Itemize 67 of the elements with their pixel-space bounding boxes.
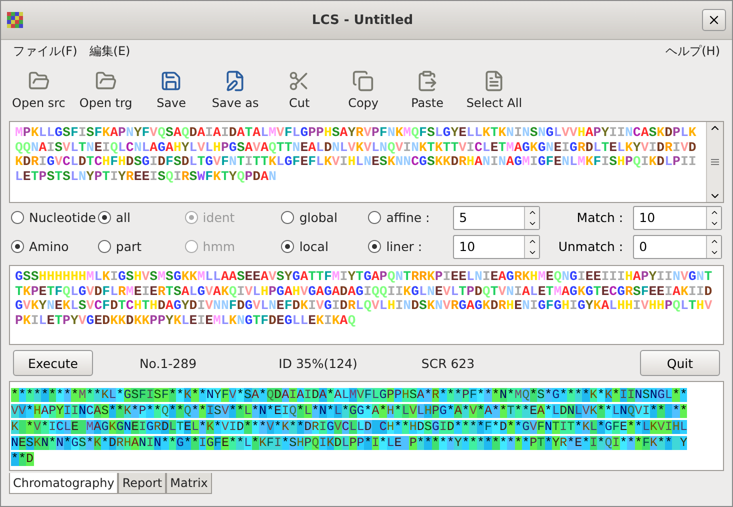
tab[interactable]: Report bbox=[118, 473, 166, 494]
app-grid-icon bbox=[7, 12, 23, 28]
radio-dot[interactable] bbox=[98, 211, 111, 224]
radio-option[interactable]: all bbox=[98, 210, 185, 225]
close-icon[interactable] bbox=[707, 13, 721, 27]
radio-option[interactable]: global bbox=[281, 210, 368, 225]
sequence-line: GSSHHHHHHMLKIGSHVSMSGKKMLLAASEEAVSYGATTFMIYTGAPQNTRRKPIEELNIEAGRKHMEQNGIEEIIIHAPYIINVGNT bbox=[15, 270, 714, 284]
radio-dot[interactable] bbox=[281, 211, 294, 224]
menu-item[interactable]: 編集(E) bbox=[83, 40, 136, 62]
close-button[interactable] bbox=[702, 9, 726, 31]
target-sequence-field[interactable] bbox=[9, 265, 724, 345]
alignment-line: **D bbox=[11, 451, 35, 463]
copy-icon bbox=[352, 70, 374, 92]
scissors-icon bbox=[288, 70, 310, 92]
paste-icon bbox=[416, 70, 438, 92]
sequence-line: GVKYNEKLSVCFDTCHTHDAGYDIVNNFDGVLNEFDKIVGIDRLQVLHINDSKNVRGAGKDRHENIGFGHIGYKALHHIVHHPQLTHV bbox=[15, 299, 714, 314]
toolbar-button[interactable]: Open trg bbox=[74, 70, 138, 110]
folder-icon bbox=[28, 70, 50, 92]
source-sequence-field[interactable] bbox=[9, 121, 724, 203]
sequence-line: KDRIGVCLDTCHFHDSGIDFSDLTGVFNTITTKLGFEFLKVIHLNESKNNCGSKKDRHANINAGMIGFENLMKFISHPQIKDLPII bbox=[15, 155, 698, 170]
radio-option[interactable]: local bbox=[281, 239, 368, 254]
toolbar-button[interactable]: Copy bbox=[333, 70, 394, 110]
menu-item[interactable]: ヘルプ(H) bbox=[660, 40, 726, 62]
toolbar-button[interactable]: Open src bbox=[7, 70, 70, 110]
radio-option[interactable]: Nucleotide bbox=[11, 210, 98, 225]
sequence-line: MPKLLGSFISFKAPNYFVQSAQDAIAIDATALMVFLGPPHSAYRVPFNKMQFSLGYELLKTKNINSNGLVVHAPYIINCASKDPLK bbox=[15, 126, 698, 140]
toolbar-button[interactable]: Save as bbox=[205, 70, 266, 110]
radio-dot[interactable] bbox=[368, 240, 382, 253]
quit-button[interactable]: Quit bbox=[640, 350, 720, 376]
menu-item[interactable]: ファイル(F) bbox=[7, 40, 84, 62]
document-icon bbox=[483, 70, 506, 92]
number-spinner[interactable]: 10 bbox=[453, 234, 540, 258]
alignment-line: K *V*ICLE MAGKGNEIGRDLTEL*K*VID***V*K**DRIGVCLLD CH**HDSGID****F*D**GVFNTIT*KL*GFE**LKVIHL bbox=[11, 419, 688, 431]
number-spinner[interactable]: 10 bbox=[633, 206, 722, 230]
number-spinner[interactable]: 5 bbox=[453, 206, 540, 230]
toolbar-button[interactable]: Cut bbox=[269, 70, 330, 110]
option-label: Unmatch : bbox=[557, 239, 624, 254]
radio-dot[interactable] bbox=[98, 240, 111, 253]
range-text: No.1-289 bbox=[138, 356, 198, 370]
alignment-line: NESKN*N*GS*K*DRHANIN**G**IGFE**L*KFI*SHPQIKDLPP*I*LE P*****Y*********PT*YR*E*I*QI***FK** Y bbox=[11, 435, 688, 447]
tab[interactable]: Matrix bbox=[166, 473, 212, 494]
radio-option[interactable]: part bbox=[98, 239, 185, 254]
scrollbar[interactable] bbox=[706, 122, 723, 202]
sequence-line: LETPSTSLNYPTIYREEISQIRSWFKTYQPDAN bbox=[15, 170, 278, 184]
sequence-line: TKPETFQLGVDFLRMEIERTSALGVAKQIVLHPGAHVGAGADAGIQQIIKGLNEVLTPDQTVNIALETMAGKGTECGRSFEEIAKIID bbox=[15, 284, 714, 299]
floppy-icon bbox=[160, 70, 182, 92]
sequence-line: PKILETPYVGEDKKDKKPPYKLEIEMLKNGTFDEGLLEKIKAQ bbox=[15, 314, 357, 328]
option-label: Match : bbox=[576, 210, 624, 225]
identity-text: ID 35%(124) bbox=[278, 356, 358, 370]
folder-icon bbox=[94, 70, 117, 92]
window-title: LCS - Untitled bbox=[310, 12, 414, 28]
radio-dot[interactable] bbox=[368, 211, 382, 224]
sequence-line: QQNAISVLTNEIQLCNLAGAHYLVLHPGSAVAQTTNEALDNLVKVLNQVINKTKTTVICLETMAGKGNEIGRDLTELKYVIDRIVD bbox=[15, 140, 698, 155]
radio-option[interactable]: Amino bbox=[11, 239, 98, 254]
toolbar-button[interactable]: Save bbox=[141, 70, 202, 110]
toolbar-button[interactable]: Paste bbox=[397, 70, 458, 110]
radio-dot[interactable] bbox=[11, 240, 24, 253]
radio-option[interactable]: affine : bbox=[368, 210, 454, 225]
score-text: SCR 623 bbox=[420, 356, 476, 370]
grip-icon[interactable] bbox=[711, 158, 719, 166]
radio-dot[interactable] bbox=[281, 240, 294, 253]
number-spinner[interactable]: 0 bbox=[633, 234, 722, 258]
tab[interactable]: Chromatography bbox=[9, 473, 118, 494]
execute-button[interactable]: Execute bbox=[13, 350, 93, 376]
toolbar-button[interactable]: Select All bbox=[461, 70, 528, 110]
radio-dot[interactable] bbox=[11, 211, 24, 224]
radio-option[interactable]: liner : bbox=[368, 239, 454, 254]
